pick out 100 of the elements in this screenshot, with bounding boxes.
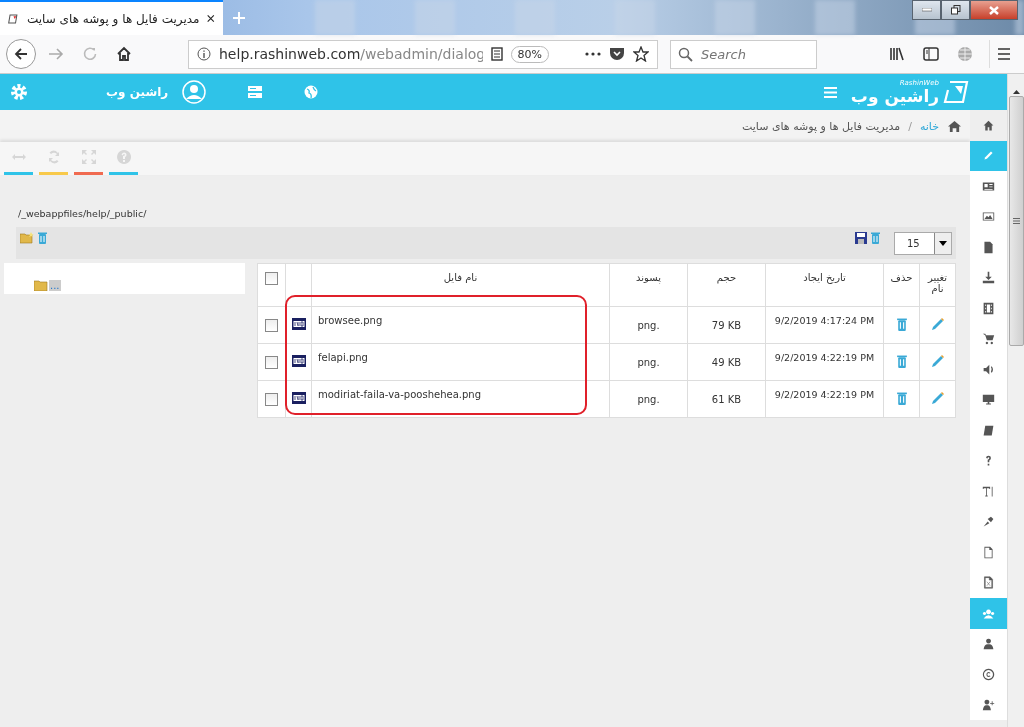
help-icon — [115, 149, 132, 165]
minimize-button[interactable] — [912, 0, 941, 20]
home-icon[interactable] — [116, 46, 132, 62]
add-user-icon — [982, 698, 995, 712]
date-cell: 9/2/2019 4:22:19 PM — [765, 343, 884, 381]
column-header: تاریخ ایجاد — [765, 263, 884, 307]
reader-view-icon[interactable] — [490, 47, 503, 61]
more-dots-icon[interactable] — [585, 52, 601, 56]
settings-icon[interactable] — [10, 83, 28, 101]
spreadsheet-file-icon — [982, 576, 995, 590]
forward-arrow-icon[interactable] — [48, 47, 64, 61]
file-name-cell[interactable]: browsee.png — [311, 306, 610, 344]
globe-icon[interactable] — [304, 85, 319, 99]
book-icon — [982, 423, 995, 437]
pushpin-icon — [982, 515, 995, 529]
extension-cell: .png — [609, 380, 688, 418]
sidebar-item[interactable] — [970, 171, 1007, 202]
fullscreen-icon — [80, 149, 97, 165]
pencil-icon — [982, 149, 995, 163]
cart-icon — [982, 332, 995, 346]
size-cell: 49 KB — [687, 343, 766, 381]
sidebar-item[interactable] — [970, 567, 1007, 598]
back-arrow-icon — [14, 47, 28, 61]
film-icon — [982, 301, 995, 315]
restore-icon — [950, 5, 961, 15]
save-icon[interactable] — [855, 232, 867, 244]
minimize-icon — [921, 8, 932, 12]
logo-icon — [943, 80, 969, 104]
download-icon — [982, 271, 995, 285]
column-header: حذف — [883, 263, 920, 307]
extension-cell: .png — [609, 306, 688, 344]
monitor-icon — [982, 393, 995, 407]
users-icon — [982, 606, 995, 620]
column-header: نام فایل — [311, 263, 610, 307]
file-name-cell[interactable]: modiriat-faila-va-pooshehea.png — [311, 380, 610, 418]
pocket-icon[interactable] — [609, 47, 625, 61]
newspaper-icon — [982, 179, 995, 193]
menu-icon[interactable] — [997, 48, 1011, 60]
reload-icon[interactable] — [83, 47, 97, 61]
tab-title: مدیریت فایل ها و پوشه های سایت — [26, 11, 200, 26]
trash-icon[interactable] — [896, 317, 907, 331]
image-file-icon — [291, 392, 306, 404]
trash-icon[interactable] — [896, 391, 907, 405]
size-cell: 79 KB — [687, 306, 766, 344]
copyright-icon — [982, 667, 995, 681]
extension-cell: .png — [609, 343, 688, 381]
speaker-icon — [982, 362, 995, 376]
globe-icon[interactable] — [957, 46, 973, 62]
breadcrumb-current: مدیریت فایل ها و پوشه های سایت — [742, 119, 901, 133]
logo-text: راشین وب — [850, 87, 939, 105]
user-icon — [982, 637, 995, 651]
browser-tab[interactable]: مدیریت فایل ها و پوشه های سایت — [0, 0, 223, 35]
scroll-up-icon[interactable] — [1012, 90, 1020, 94]
back-button[interactable] — [6, 39, 36, 69]
trash-icon[interactable] — [38, 232, 47, 244]
page-size-select[interactable]: 15 — [894, 232, 952, 255]
pencil-icon[interactable] — [930, 317, 945, 331]
folder-icon — [34, 280, 48, 291]
grip-icon — [1012, 218, 1020, 224]
column-header: تغییر نام — [919, 263, 956, 307]
row-checkbox[interactable] — [265, 318, 278, 332]
library-icon[interactable] — [889, 47, 905, 61]
breadcrumb-separator: / — [908, 119, 912, 133]
date-cell: 9/2/2019 4:17:24 PM — [765, 306, 884, 344]
column-header: حجم — [687, 263, 766, 307]
folder-path: /_webappfiles/help/_public/ — [18, 208, 148, 219]
new-folder-icon[interactable] — [20, 232, 34, 244]
restore-button[interactable] — [941, 0, 970, 20]
info-icon — [197, 47, 211, 61]
sidebar-item[interactable] — [970, 628, 1007, 659]
row-checkbox[interactable] — [265, 392, 278, 406]
scrollbar-thumb[interactable] — [1008, 96, 1024, 346]
close-window-button[interactable] — [970, 0, 1018, 20]
sidebar-icon[interactable] — [923, 47, 939, 61]
sidebar-item[interactable] — [970, 689, 1007, 720]
size-cell: 61 KB — [687, 380, 766, 418]
trash-icon[interactable] — [871, 232, 880, 244]
star-icon[interactable] — [633, 46, 649, 62]
trash-icon[interactable] — [896, 354, 907, 368]
close-icon[interactable] — [207, 13, 215, 24]
close-icon — [989, 5, 999, 15]
server-icon[interactable] — [248, 86, 263, 98]
avatar-icon[interactable] — [182, 80, 207, 104]
pencil-icon[interactable] — [930, 391, 945, 405]
search-icon — [678, 46, 693, 62]
home-icon[interactable] — [947, 119, 962, 133]
picture-icon — [982, 210, 995, 224]
image-file-icon — [291, 355, 306, 367]
blank-page-icon — [982, 545, 995, 559]
file-name-cell[interactable]: felapi.png — [311, 343, 610, 381]
text-size-icon — [982, 484, 995, 498]
row-checkbox[interactable] — [265, 355, 278, 369]
pencil-icon[interactable] — [930, 354, 945, 368]
image-file-icon — [291, 318, 306, 330]
search-field[interactable]: Search — [670, 39, 817, 69]
column-header: پسوند — [609, 263, 688, 307]
home-icon — [982, 118, 995, 132]
dropdown-arrow-icon — [939, 241, 947, 246]
plus-icon[interactable] — [232, 10, 246, 25]
select-all-checkbox[interactable] — [265, 272, 278, 285]
